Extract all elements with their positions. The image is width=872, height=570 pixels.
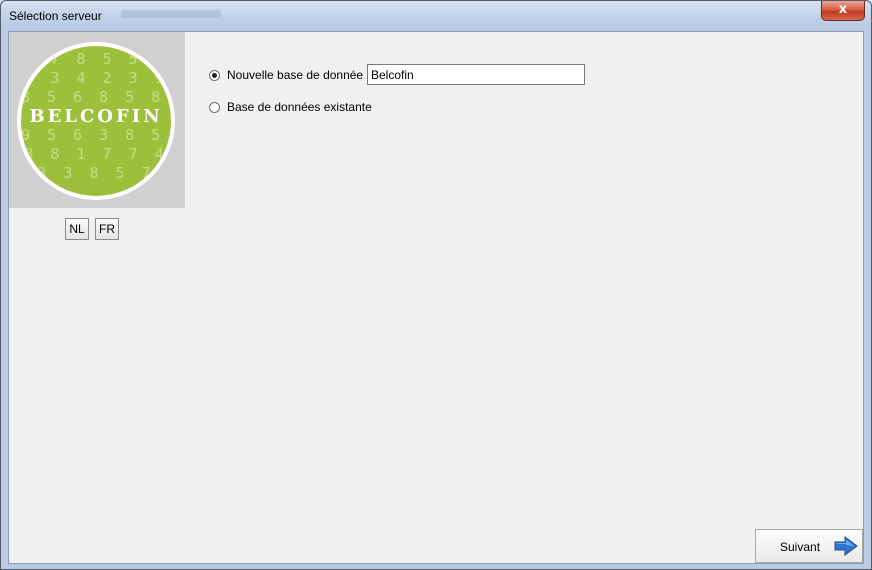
arrow-right-icon <box>834 536 858 556</box>
title-bar[interactable]: Sélection serveur x <box>1 1 871 31</box>
next-button[interactable]: Suivant <box>755 529 863 563</box>
new-database-label: Nouvelle base de donnée <box>227 68 364 82</box>
window-title: Sélection serveur <box>9 9 102 23</box>
dialog-client-area: 7 8 5 5 9 3 4 2 3 9 8 5 6 8 5 8 1 6 9 5 … <box>8 31 864 564</box>
belcofin-logo: 7 8 5 5 9 3 4 2 3 9 8 5 6 8 5 8 1 6 9 5 … <box>21 46 171 196</box>
logo-panel: 7 8 5 5 9 3 4 2 3 9 8 5 6 8 5 8 1 6 9 5 … <box>9 32 185 208</box>
dialog-window: Sélection serveur x 7 8 5 5 9 3 4 2 3 9 … <box>0 0 872 570</box>
close-icon: x <box>838 2 848 17</box>
new-database-option[interactable]: Nouvelle base de donnée <box>209 67 363 83</box>
existing-database-option[interactable]: Base de données existante <box>209 99 372 115</box>
existing-database-radio[interactable] <box>209 101 220 113</box>
title-bar-ghost <box>121 10 221 18</box>
new-database-radio[interactable] <box>209 69 220 81</box>
language-fr-button[interactable]: FR <box>95 218 119 240</box>
language-nl-button[interactable]: NL <box>65 218 89 240</box>
logo-wordmark: BELCOFIN <box>29 106 163 127</box>
existing-database-label: Base de données existante <box>227 100 372 114</box>
close-button[interactable]: x <box>821 1 865 21</box>
database-name-input[interactable] <box>367 64 585 85</box>
next-button-label: Suivant <box>780 540 821 554</box>
